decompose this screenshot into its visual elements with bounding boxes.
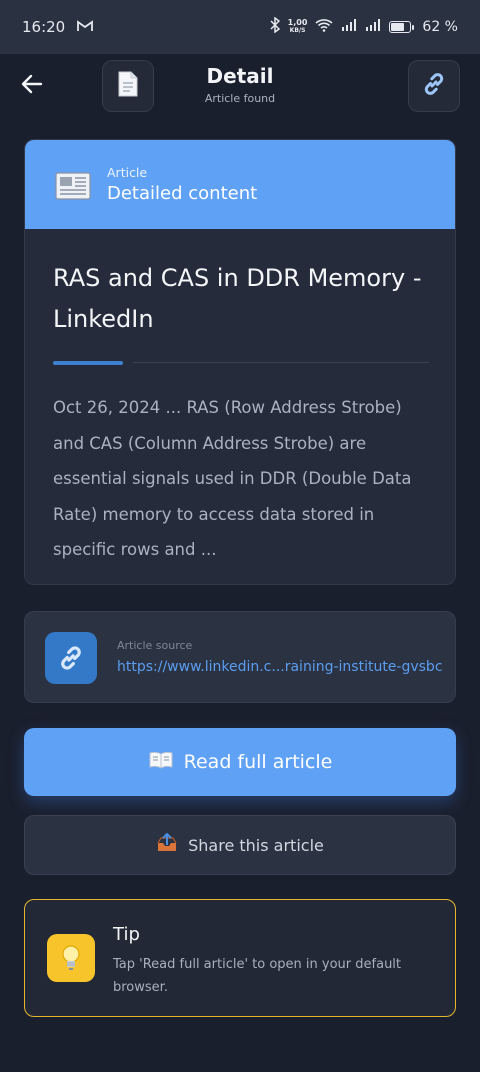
net-speed: 1,00 KB/S <box>287 18 308 35</box>
page-subtitle: Article found <box>204 92 276 105</box>
wifi-icon <box>315 18 333 36</box>
status-bar: 16:20 1,00 KB/S 62 % <box>0 0 480 54</box>
document-icon <box>116 70 140 102</box>
signal-icon <box>365 19 381 35</box>
header-title-block: Detail Article found <box>160 64 320 105</box>
share-article-label: Share this article <box>188 835 324 855</box>
tip-text: Tap 'Read full article' to open in your … <box>113 957 402 995</box>
share-article-button[interactable]: Share this article <box>24 815 456 875</box>
tip-title: Tip <box>113 924 140 945</box>
read-full-article-button[interactable]: Read full article <box>24 728 456 796</box>
source-label: Article source <box>117 639 193 652</box>
article-title: RAS and CAS in DDR Memory - LinkedIn <box>53 264 422 333</box>
battery-percent: 62 % <box>422 19 458 35</box>
document-button[interactable] <box>102 60 154 112</box>
read-full-article-label: Read full article <box>183 751 333 773</box>
gmail-icon <box>77 18 94 36</box>
bluetooth-icon <box>270 16 280 37</box>
status-time: 16:20 <box>22 18 66 36</box>
article-kind-label: Article <box>107 165 148 180</box>
back-arrow-icon <box>21 74 43 98</box>
link-button[interactable] <box>408 60 460 112</box>
tip-card: Tip Tap 'Read full article' to open in y… <box>24 899 456 1017</box>
signal-icon <box>341 19 357 35</box>
title-divider-accent <box>53 361 123 365</box>
outbox-tray-icon <box>156 832 178 857</box>
article-snippet: Oct 26, 2024 ... RAS (Row Address Strobe… <box>53 398 412 559</box>
battery-icon <box>389 21 415 33</box>
title-divider <box>133 362 429 363</box>
newspaper-icon <box>53 165 93 205</box>
source-url-link[interactable]: https://www.linkedin.c...raining-institu… <box>117 659 443 675</box>
open-book-icon <box>148 750 174 775</box>
link-icon <box>45 632 97 684</box>
article-card-header: Article Detailed content <box>25 140 455 229</box>
article-section-label: Detailed content <box>107 183 258 204</box>
page-title: Detail <box>206 64 274 88</box>
back-button[interactable] <box>14 68 50 104</box>
article-source-card[interactable]: Article source https://www.linkedin.c...… <box>24 611 456 703</box>
top-header: Detail Article found <box>0 54 480 120</box>
article-card: Article Detailed content RAS and CAS in … <box>24 139 456 585</box>
lightbulb-icon <box>47 934 95 982</box>
link-icon <box>420 70 448 102</box>
